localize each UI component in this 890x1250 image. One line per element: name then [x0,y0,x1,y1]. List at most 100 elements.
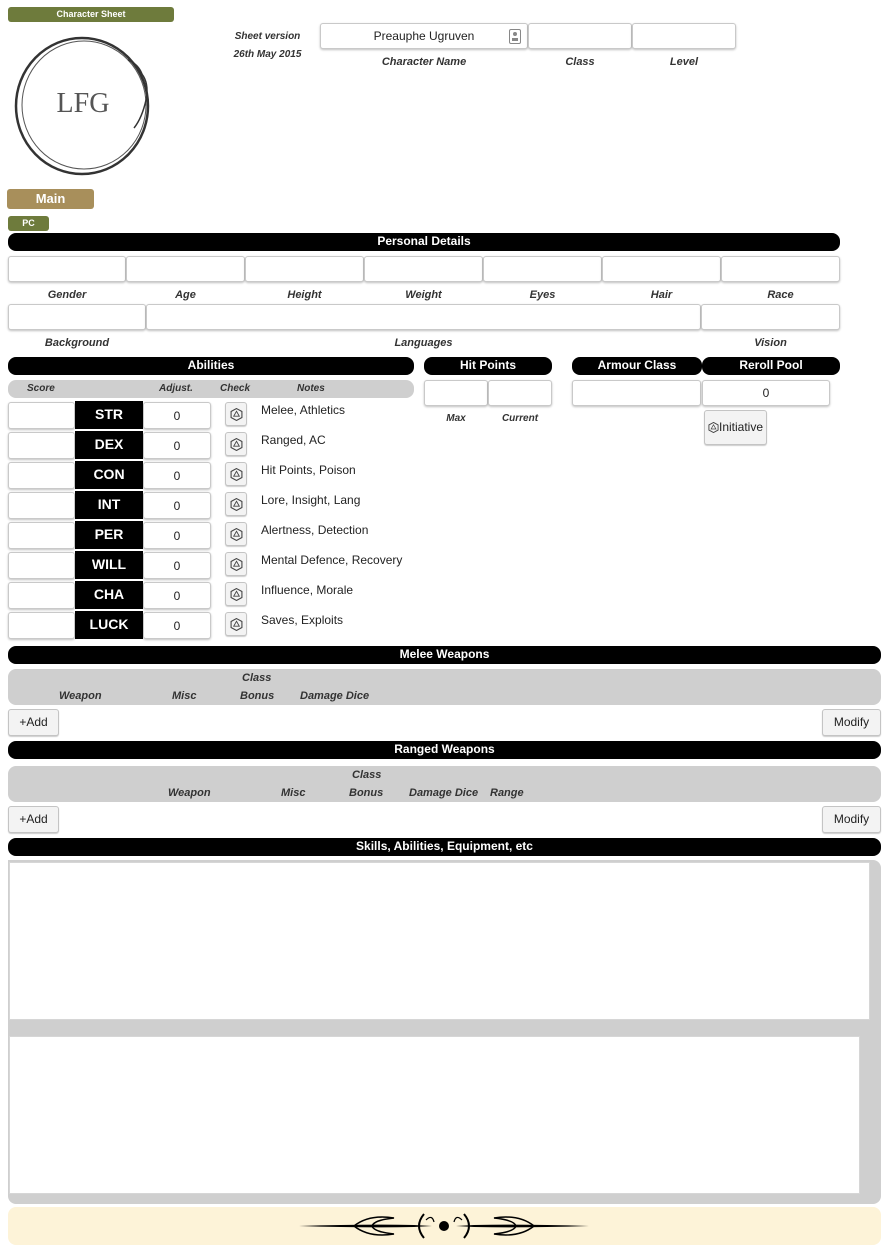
sheet-version-label: Sheet version [234,31,301,42]
level-field[interactable] [632,23,736,49]
notes-col-label: Notes [297,383,325,394]
d20-die-icon [230,527,242,541]
luck-label: LUCK [75,611,143,639]
will-check-button[interactable] [225,552,247,576]
ranged-weapons-header: Ranged Weapons [8,741,881,759]
tab-pc[interactable]: PC [8,216,49,231]
initiative-label: Initiative [718,420,764,434]
d20-die-icon [230,497,242,511]
con-check-button[interactable] [225,462,247,486]
con-label: CON [75,461,143,489]
height-field[interactable] [245,256,364,282]
logo-text: LFG [56,88,110,119]
character-name-value: Preauphe Ugruven [373,29,475,43]
ranged-weapon-col: Weapon [168,787,211,799]
luck-check-button[interactable] [225,612,247,636]
per-check-button[interactable] [225,522,247,546]
eyes-label: Eyes [529,289,556,301]
contact-card-icon[interactable] [509,29,521,44]
class-field[interactable] [528,23,632,49]
will-notes: Mental Defence, Recovery [261,553,403,567]
melee-damage-col: Damage Dice [300,690,370,702]
flourish-ornament-icon [299,1213,589,1239]
skills-panel [8,860,881,1204]
abilities-header: Abilities [8,357,414,375]
height-label: Height [287,289,322,301]
gender-field[interactable] [8,256,126,282]
race-label: Race [767,289,794,301]
int-check-button[interactable] [225,492,247,516]
vision-label: Vision [754,337,787,349]
ranged-damage-col: Damage Dice [409,787,479,799]
weight-label: Weight [405,289,442,301]
ability-row-str: STR 0 Melee, Athletics [8,401,414,429]
per-adjust-field[interactable]: 0 [143,522,211,549]
skills-textarea[interactable] [9,862,870,1020]
hair-label: Hair [650,289,673,301]
str-score-field[interactable] [8,402,75,429]
ability-row-cha: CHA 0 Influence, Morale [8,581,414,609]
dex-label: DEX [75,431,143,459]
d20-die-icon [708,422,719,433]
d20-die-icon [230,617,242,631]
gender-label: Gender [47,289,87,301]
dex-check-button[interactable] [225,432,247,456]
con-notes: Hit Points, Poison [261,463,356,477]
will-score-field[interactable] [8,552,75,579]
cha-adjust-field[interactable]: 0 [143,582,211,609]
int-adjust-field[interactable]: 0 [143,492,211,519]
ability-row-dex: DEX 0 Ranged, AC [8,431,414,459]
melee-bonus-col: Bonus [240,690,275,702]
ranged-modify-button[interactable]: Modify [822,806,881,833]
personal-details-header: Personal Details [8,233,840,251]
hp-current-field[interactable] [488,380,552,406]
d20-die-icon [230,557,242,571]
luck-adjust-field[interactable]: 0 [143,612,211,639]
str-check-button[interactable] [225,402,247,426]
initiative-button[interactable]: Initiative [704,410,767,445]
per-score-field[interactable] [8,522,75,549]
str-adjust-field[interactable]: 0 [143,402,211,429]
score-col-label: Score [27,383,55,394]
hair-field[interactable] [602,256,721,282]
languages-label: Languages [394,337,453,349]
melee-modify-button[interactable]: Modify [822,709,881,736]
ability-row-luck: LUCK 0 Saves, Exploits [8,611,414,639]
per-label: PER [75,521,143,549]
d20-die-icon [230,437,242,451]
hit-points-header: Hit Points [424,357,552,375]
luck-score-field[interactable] [8,612,75,639]
footer-banner [8,1207,881,1245]
ranged-range-col: Range [490,787,524,799]
character-name-field[interactable]: Preauphe Ugruven [320,23,528,49]
lfg-logo: LFG [10,30,156,178]
equipment-textarea[interactable] [9,1036,860,1194]
tab-main[interactable]: Main [7,189,94,209]
hp-max-field[interactable] [424,380,488,406]
weight-field[interactable] [364,256,483,282]
int-score-field[interactable] [8,492,75,519]
eyes-field[interactable] [483,256,602,282]
will-adjust-field[interactable]: 0 [143,552,211,579]
background-field[interactable] [8,304,146,330]
armour-class-field[interactable] [572,380,701,406]
languages-field[interactable] [146,304,701,330]
con-score-field[interactable] [8,462,75,489]
skills-header: Skills, Abilities, Equipment, etc [8,838,881,856]
race-field[interactable] [721,256,840,282]
dex-score-field[interactable] [8,432,75,459]
ability-row-con: CON 0 Hit Points, Poison [8,461,414,489]
vision-field[interactable] [701,304,840,330]
cha-check-button[interactable] [225,582,247,606]
age-field[interactable] [126,256,245,282]
int-notes: Lore, Insight, Lang [261,493,361,507]
con-adjust-field[interactable]: 0 [143,462,211,489]
reroll-pool-field[interactable]: 0 [702,380,830,406]
str-notes: Melee, Athletics [261,403,346,417]
per-notes: Alertness, Detection [261,523,369,537]
dex-adjust-field[interactable]: 0 [143,432,211,459]
cha-score-field[interactable] [8,582,75,609]
ranged-add-button[interactable]: +Add [8,806,59,833]
class-label: Class [565,56,595,68]
melee-add-button[interactable]: +Add [8,709,59,736]
